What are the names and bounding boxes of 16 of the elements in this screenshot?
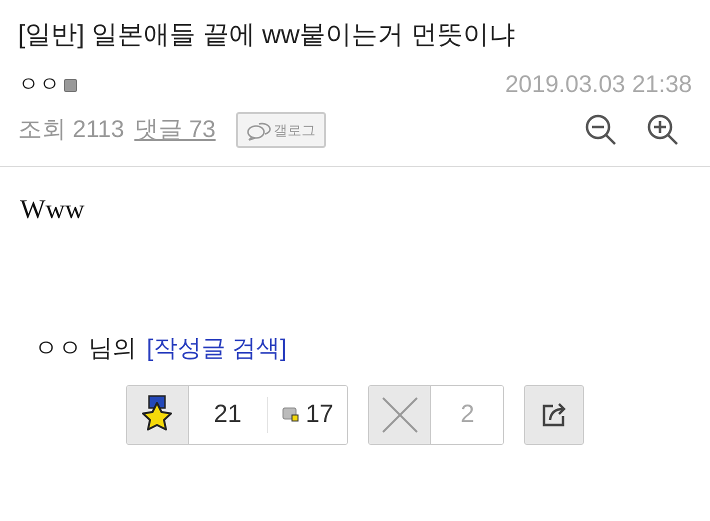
- author-name[interactable]: ㅇㅇ: [18, 69, 60, 101]
- recommend-count: 21: [212, 399, 242, 430]
- view-count: 조회 2113: [18, 115, 124, 145]
- author-label: ㅇㅇ 님의: [34, 334, 137, 364]
- member-icon: [64, 78, 77, 92]
- post-title: [일반] 일본애들 끝에 ww붙이는거 먼뜻이냐: [18, 18, 516, 51]
- fixed-member-icon: [282, 407, 300, 423]
- zoom-in-icon[interactable]: [646, 113, 680, 147]
- post-body: Www: [20, 193, 86, 226]
- author-posts-search-link[interactable]: [작성글 검색]: [146, 331, 287, 367]
- recommend-button[interactable]: [126, 386, 189, 444]
- cross-icon: [380, 396, 419, 434]
- zoom-out-icon[interactable]: [584, 113, 618, 147]
- post-date: 2019.03.03 21:38: [505, 70, 692, 100]
- share-button[interactable]: [524, 385, 584, 445]
- fixed-recommend-count: 17: [306, 399, 334, 430]
